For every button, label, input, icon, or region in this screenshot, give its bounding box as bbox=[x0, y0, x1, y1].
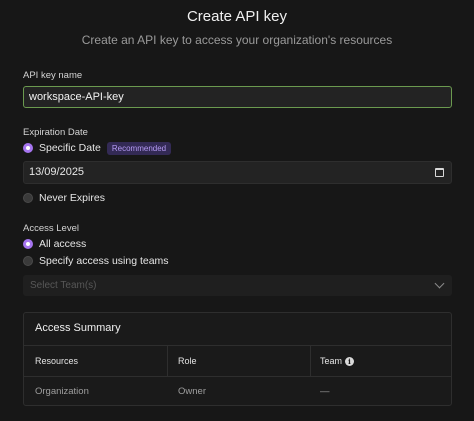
never-expires-option[interactable]: Never Expires bbox=[23, 192, 105, 204]
team-select[interactable]: Select Team(s) bbox=[23, 275, 452, 296]
column-header-role: Role bbox=[178, 356, 197, 366]
team-select-placeholder: Select Team(s) bbox=[30, 280, 97, 291]
specific-date-label: Specific Date bbox=[39, 142, 101, 154]
all-access-label: All access bbox=[39, 238, 87, 250]
specific-date-radio[interactable] bbox=[23, 143, 33, 153]
column-header-team-label: Team bbox=[320, 356, 343, 366]
expiration-date-label: Expiration Date bbox=[23, 127, 88, 138]
info-icon[interactable]: i bbox=[345, 356, 355, 366]
expiration-date-input[interactable]: 13/09/2025 bbox=[23, 161, 452, 184]
api-key-name-label: API key name bbox=[23, 70, 83, 81]
row-resource: Organization bbox=[35, 386, 89, 397]
all-access-radio[interactable] bbox=[23, 239, 33, 249]
column-header-resources: Resources bbox=[35, 356, 79, 366]
column-header-team: Team i bbox=[320, 356, 355, 366]
never-expires-label: Never Expires bbox=[39, 192, 105, 204]
dialog-title: Create API key bbox=[186, 8, 288, 25]
access-summary-title: Access Summary bbox=[35, 322, 121, 334]
never-expires-radio[interactable] bbox=[23, 193, 33, 203]
row-role: Owner bbox=[178, 386, 206, 397]
access-level-label: Access Level bbox=[23, 223, 79, 234]
column-divider bbox=[167, 345, 168, 376]
team-access-label: Specify access using teams bbox=[39, 255, 169, 267]
specific-date-option[interactable]: Specific Date Recommended bbox=[23, 141, 172, 155]
api-key-name-input[interactable]: workspace-API-key bbox=[23, 86, 452, 108]
summary-divider bbox=[24, 345, 451, 346]
chevron-down-icon bbox=[434, 278, 445, 289]
expiration-date-value: 13/09/2025 bbox=[29, 166, 85, 178]
team-access-radio[interactable] bbox=[23, 256, 33, 266]
column-divider bbox=[310, 345, 311, 376]
all-access-option[interactable]: All access bbox=[23, 238, 86, 250]
row-team: — bbox=[320, 386, 330, 397]
recommended-badge: Recommended bbox=[106, 141, 172, 155]
calendar-icon[interactable] bbox=[435, 168, 444, 177]
dialog-subtitle: Create an API key to access your organiz… bbox=[81, 33, 393, 47]
access-summary-panel: Access Summary Resources Role Team i Org… bbox=[23, 312, 452, 406]
team-access-option[interactable]: Specify access using teams bbox=[23, 255, 169, 267]
header-divider bbox=[24, 376, 451, 377]
